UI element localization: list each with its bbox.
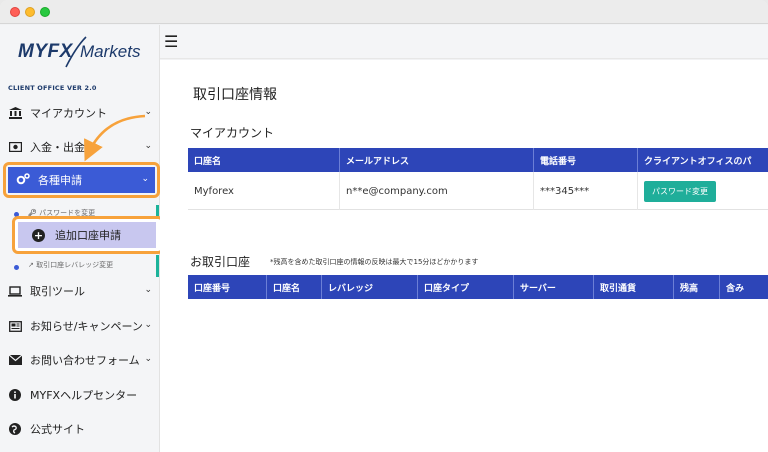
active-item-highlight: 各種申請 ⌄ [3,162,160,198]
submenu-bullet [14,265,19,270]
sidebar-item-label: お問い合わせフォーム [30,354,140,367]
chevron-down-icon: ⌄ [144,285,152,295]
chevron-down-icon: ⌄ [144,354,152,364]
trading-accounts-section-title: お取引口座 [190,255,251,269]
window-titlebar [0,0,768,24]
column-header: サーバー [514,275,594,299]
sidebar-item-label: お知らせ/キャンペーン [30,320,143,333]
top-bar: ☰ [160,25,768,59]
column-header: 口座番号 [188,275,267,299]
column-header: 口座タイプ [418,275,514,299]
page-title: 取引口座情報 [193,87,277,103]
laptop-icon [8,285,22,297]
arrows-icon: ↗ [28,261,34,269]
email-cell: n**e@company.com [340,172,534,210]
sidebar-item-label: 公式サイト [30,423,85,436]
hamburger-menu-icon[interactable]: ☰ [164,32,178,51]
column-header: 口座名 [188,148,340,172]
chevron-down-icon: ⌄ [144,141,152,151]
column-header: 電話番号 [534,148,638,172]
sidebar-item-my-account[interactable]: マイアカウント ⌄ [8,100,156,126]
globe-icon [8,423,22,435]
balance-update-note: *残高を含めた取引口座の情報の反映は最大で15分ほどかかります [270,258,479,266]
submenu-item-leverage-change[interactable]: ↗ 取引口座レバレッジ変更 [28,260,113,270]
brand-logo[interactable]: MYFX Markets [18,36,148,69]
chevron-down-icon: ⌄ [144,107,152,117]
sidebar-item-contact-form[interactable]: お問い合わせフォーム ⌄ [8,347,156,373]
sidebar-item-trading-tools[interactable]: 取引ツール ⌄ [8,278,156,304]
app-window: MYFX Markets CLIENT OFFICE VER 2.0 マイアカウ… [0,0,768,452]
submenu-indicator [156,255,159,277]
column-header: クライアントオフィスのパ [644,156,752,167]
sidebar-item-applications[interactable]: 各種申請 ⌄ [8,167,155,193]
phone-cell: ***345*** [534,172,638,210]
sidebar-item-label: 各種申請 [38,174,82,187]
password-cell: パスワード変更 [638,172,768,210]
main-content: 取引口座情報 マイアカウント 口座名 メールアドレス 電話番号 クライアントオフ… [160,60,768,452]
column-header: メールアドレス [340,148,534,172]
my-account-section-title: マイアカウント [190,126,275,140]
sidebar-item-deposit-withdraw[interactable]: 入金・出金 ⌄ [8,134,156,160]
money-icon [8,142,22,152]
sidebar-item-official-site[interactable]: 公式サイト [8,416,156,442]
sidebar-item-news-campaign[interactable]: お知らせ/キャンペーン ⌄ [8,313,156,339]
account-name-cell: Myforex [188,172,340,210]
gears-icon [16,172,30,188]
newspaper-icon [8,320,22,332]
column-header: レバレッジ [322,275,418,299]
submenu-item-label: 追加口座申請 [55,229,121,242]
sidebar-item-label: MYFXヘルプセンター [30,389,138,402]
sidebar-item-label: マイアカウント [30,107,107,120]
maximize-window-button[interactable] [40,7,50,17]
column-header: 口座名 [267,275,322,299]
column-header: 残高 [674,275,720,299]
new-account-highlight-box: + 追加口座申請 [12,216,164,254]
column-header: 含み [726,283,745,294]
change-password-button[interactable]: パスワード変更 [644,180,716,202]
sidebar-item-label: 入金・出金 [30,141,85,154]
submenu-item-add-account[interactable]: + 追加口座申請 [18,222,156,248]
sidebar-item-label: 取引ツール [30,285,85,298]
client-office-version: CLIENT OFFICE VER 2.0 [8,84,97,92]
table-row: Myforex n**e@company.com ***345*** パスワード… [188,172,768,210]
close-window-button[interactable] [10,7,20,17]
logo-markets-text: Markets [80,42,141,61]
trading-accounts-table-header: 口座番号 口座名 レバレッジ 口座タイプ サーバー 取引通貨 残高 含み [188,275,768,299]
my-account-table-header: 口座名 メールアドレス 電話番号 クライアントオフィスのパ [188,148,768,172]
column-header: 取引通貨 [594,275,674,299]
sidebar-item-help-center[interactable]: MYFXヘルプセンター [8,382,156,408]
chevron-down-icon: ⌄ [144,320,152,330]
envelope-icon [8,355,22,365]
minimize-window-button[interactable] [25,7,35,17]
plus-circle-icon: + [32,228,45,242]
chevron-down-icon: ⌄ [141,174,149,184]
info-icon [8,389,22,401]
bank-icon [8,107,22,119]
